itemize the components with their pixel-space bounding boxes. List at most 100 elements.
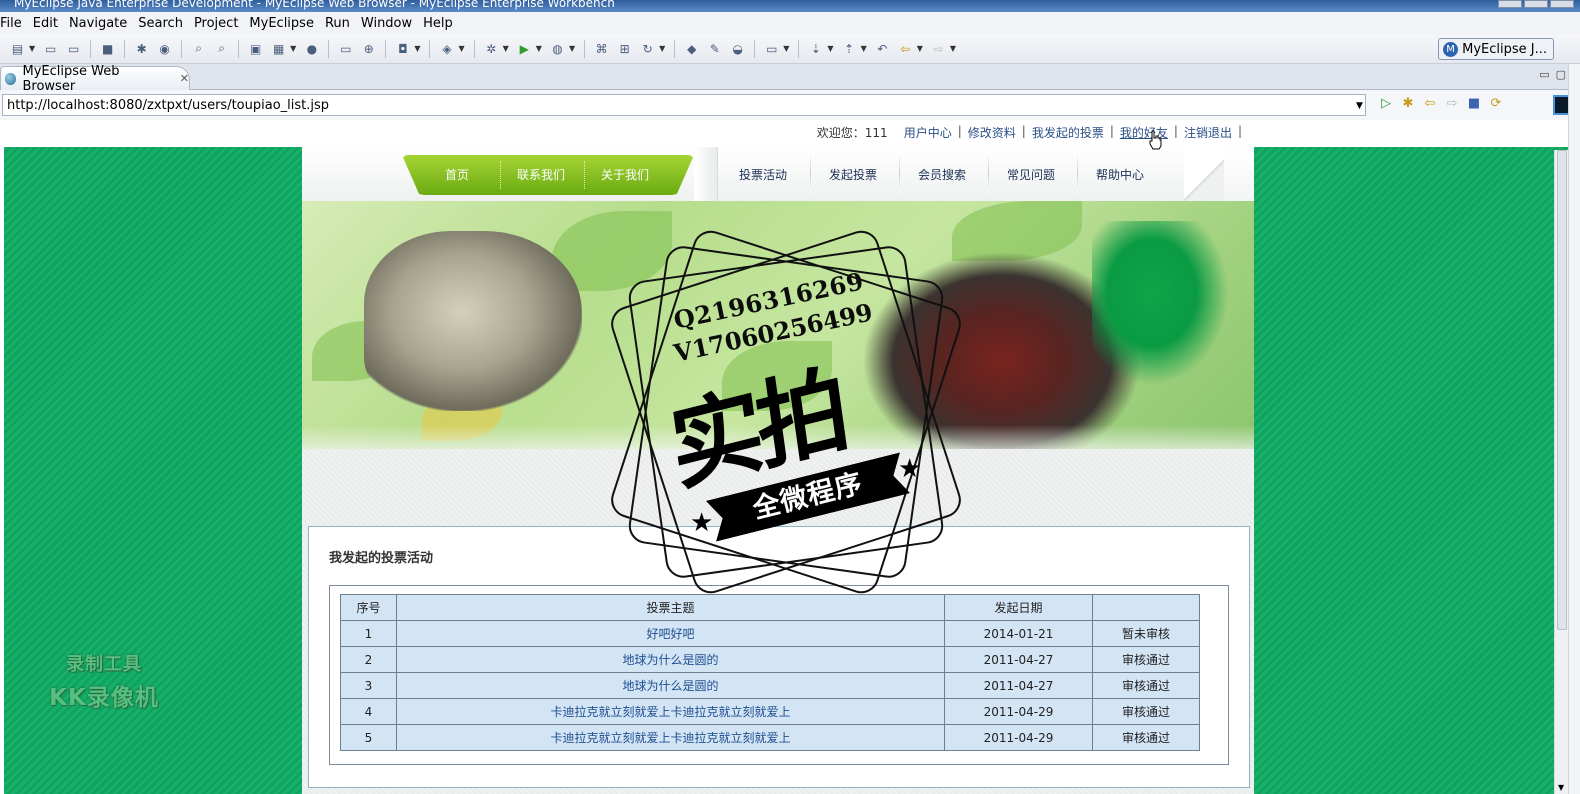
welcome-text: 欢迎您：111 (816, 126, 888, 140)
new-dropdown-icon[interactable]: ▼ (29, 44, 35, 53)
refresh-dropdown-icon[interactable]: ▼ (659, 44, 665, 53)
folder-icon[interactable]: ▭ (337, 40, 354, 57)
forward-icon[interactable]: ⇨ (1444, 96, 1460, 111)
last-edit-icon[interactable]: ↶ (874, 40, 891, 57)
refresh-icon[interactable]: ↻ (639, 40, 656, 57)
menu-search[interactable]: Search (134, 16, 190, 31)
deploy-icon[interactable]: ■ (99, 40, 116, 57)
cell-topic-link[interactable]: 地球为什么是圆的 (396, 672, 945, 699)
menu-window[interactable]: Window (357, 16, 419, 31)
nav-contact[interactable]: 联系我们 (508, 155, 574, 195)
back-dropdown-icon[interactable]: ▼ (917, 44, 923, 53)
url-input[interactable] (2, 94, 1366, 116)
tab-web-browser[interactable]: MyEclipse Web Browser ✕ (0, 64, 190, 94)
new-class-icon[interactable]: ▦ (270, 40, 287, 57)
pin-icon[interactable]: ✎ (706, 40, 723, 57)
forward-dropdown-icon[interactable]: ▼ (950, 44, 956, 53)
save-all-icon[interactable]: ▭ (65, 40, 82, 57)
table-row: 5 卡迪拉克就立刻就爱上卡迪拉克就立刻就爱上 2011-04-29 审核通过 (340, 724, 1200, 751)
go-icon[interactable]: ▷ (1378, 96, 1394, 111)
nav-faq[interactable]: 常见问题 (990, 155, 1072, 195)
editor-side-gutter (1568, 64, 1580, 794)
web-icon[interactable]: ● (303, 40, 320, 57)
favorites-icon[interactable]: ✱ (1400, 96, 1416, 111)
header-index: 序号 (340, 594, 397, 621)
minimize-window-button[interactable] (1498, 0, 1522, 8)
banner-world-map (1092, 221, 1242, 401)
perspective-switcher[interactable]: M MyEclipse J... (1438, 38, 1554, 60)
forward-icon[interactable]: ⇨ (930, 40, 947, 57)
close-icon[interactable]: ✕ (180, 72, 189, 85)
header-topic: 投票主题 (396, 594, 945, 621)
toolbar-separator (124, 39, 126, 58)
watermark-line-1: 录制工具 (66, 654, 142, 675)
run-dropdown-icon[interactable]: ▼ (536, 44, 542, 53)
back-icon[interactable]: ⇦ (897, 40, 914, 57)
refactor-icon[interactable]: ⊞ (616, 40, 633, 57)
maximize-window-button[interactable] (1524, 0, 1548, 8)
page-vertical-scrollbar[interactable]: ▲ ▼ (1554, 150, 1568, 794)
link-logout[interactable]: 注销退出 (1184, 124, 1232, 141)
banner-leaf (722, 341, 832, 411)
nav-vote-activities[interactable]: 投票活动 (722, 155, 804, 195)
nav-home[interactable]: 首页 (424, 155, 490, 195)
refresh-icon[interactable]: ⟳ (1488, 96, 1504, 111)
menu-edit[interactable]: Edit (29, 16, 65, 31)
save-icon[interactable]: ▭ (42, 40, 59, 57)
team-icon[interactable]: ◆ (683, 40, 700, 57)
new-icon[interactable]: ▤ (9, 40, 26, 57)
camera-dropdown-icon[interactable]: ▼ (414, 44, 420, 53)
cell-topic-link[interactable]: 好吧好吧 (396, 620, 945, 647)
open-folder-icon[interactable]: ▭ (763, 40, 780, 57)
menu-file[interactable]: File (0, 16, 29, 31)
package-icon[interactable]: ◈ (438, 40, 455, 57)
menu-project[interactable]: Project (190, 16, 245, 31)
back-icon[interactable]: ⇦ (1422, 96, 1438, 111)
url-history-dropdown-icon[interactable]: ▼ (1356, 101, 1363, 111)
package-dropdown-icon[interactable]: ▼ (458, 44, 464, 53)
hat-icon[interactable]: ◒ (729, 40, 746, 57)
nav-tail (1184, 147, 1254, 201)
run-icon[interactable]: ▶ (516, 40, 533, 57)
menu-myeclipse[interactable]: MyEclipse (245, 16, 321, 31)
open-type-icon[interactable]: ⌕ (190, 40, 207, 57)
new-wizard-icon[interactable]: ▣ (247, 40, 264, 57)
my-votes-panel: 我发起的投票活动 序号 投票主题 发起日期 1 好吧好吧 2014-01-21 (308, 526, 1250, 788)
stop-icon[interactable]: ■ (1466, 96, 1482, 111)
link-edit-profile[interactable]: 修改资料 (968, 124, 1016, 141)
camera-icon[interactable]: ◘ (394, 40, 411, 57)
scrollbar-thumb[interactable] (1557, 150, 1567, 630)
next-annotation-icon[interactable]: ⇣ (807, 40, 824, 57)
external-tools-dropdown-icon[interactable]: ▼ (569, 44, 575, 53)
open-resource-icon[interactable]: ⌕ (213, 40, 230, 57)
next-annotation-dropdown-icon[interactable]: ▼ (827, 44, 833, 53)
server-icon[interactable]: ✱ (133, 40, 150, 57)
search-file-icon[interactable]: ⌘ (593, 40, 610, 57)
cell-topic-link[interactable]: 地球为什么是圆的 (396, 646, 945, 673)
close-window-button[interactable] (1550, 0, 1574, 8)
nav-about[interactable]: 关于我们 (592, 155, 658, 195)
nav-member-search[interactable]: 会员搜索 (901, 155, 983, 195)
debug-icon[interactable]: ✲ (483, 40, 500, 57)
menu-run[interactable]: Run (321, 16, 357, 31)
section-title: 我发起的投票活动 (329, 551, 434, 566)
new-class-dropdown-icon[interactable]: ▼ (290, 44, 296, 53)
cell-topic-link[interactable]: 卡迪拉克就立刻就爱上卡迪拉克就立刻就爱上 (396, 724, 945, 751)
add-icon[interactable]: ⊕ (360, 40, 377, 57)
table-row: 2 地球为什么是圆的 2011-04-27 审核通过 (340, 646, 1200, 673)
database-icon[interactable]: ◉ (156, 40, 173, 57)
open-folder-dropdown-icon[interactable]: ▼ (783, 44, 789, 53)
debug-dropdown-icon[interactable]: ▼ (503, 44, 509, 53)
nav-start-vote[interactable]: 发起投票 (812, 155, 894, 195)
prev-annotation-dropdown-icon[interactable]: ▼ (861, 44, 867, 53)
external-tools-icon[interactable]: ◍ (549, 40, 566, 57)
scroll-down-icon[interactable]: ▼ (1558, 783, 1564, 792)
link-user-center[interactable]: 用户中心 (904, 124, 952, 141)
nav-help-center[interactable]: 帮助中心 (1079, 155, 1161, 195)
menu-help[interactable]: Help (419, 16, 460, 31)
menu-navigate[interactable]: Navigate (65, 16, 134, 31)
perspective-label: MyEclipse J... (1462, 41, 1547, 57)
prev-annotation-icon[interactable]: ⇡ (841, 40, 858, 57)
cell-topic-link[interactable]: 卡迪拉克就立刻就爱上卡迪拉克就立刻就爱上 (396, 698, 945, 725)
link-my-votes[interactable]: 我发起的投票 (1032, 124, 1104, 141)
